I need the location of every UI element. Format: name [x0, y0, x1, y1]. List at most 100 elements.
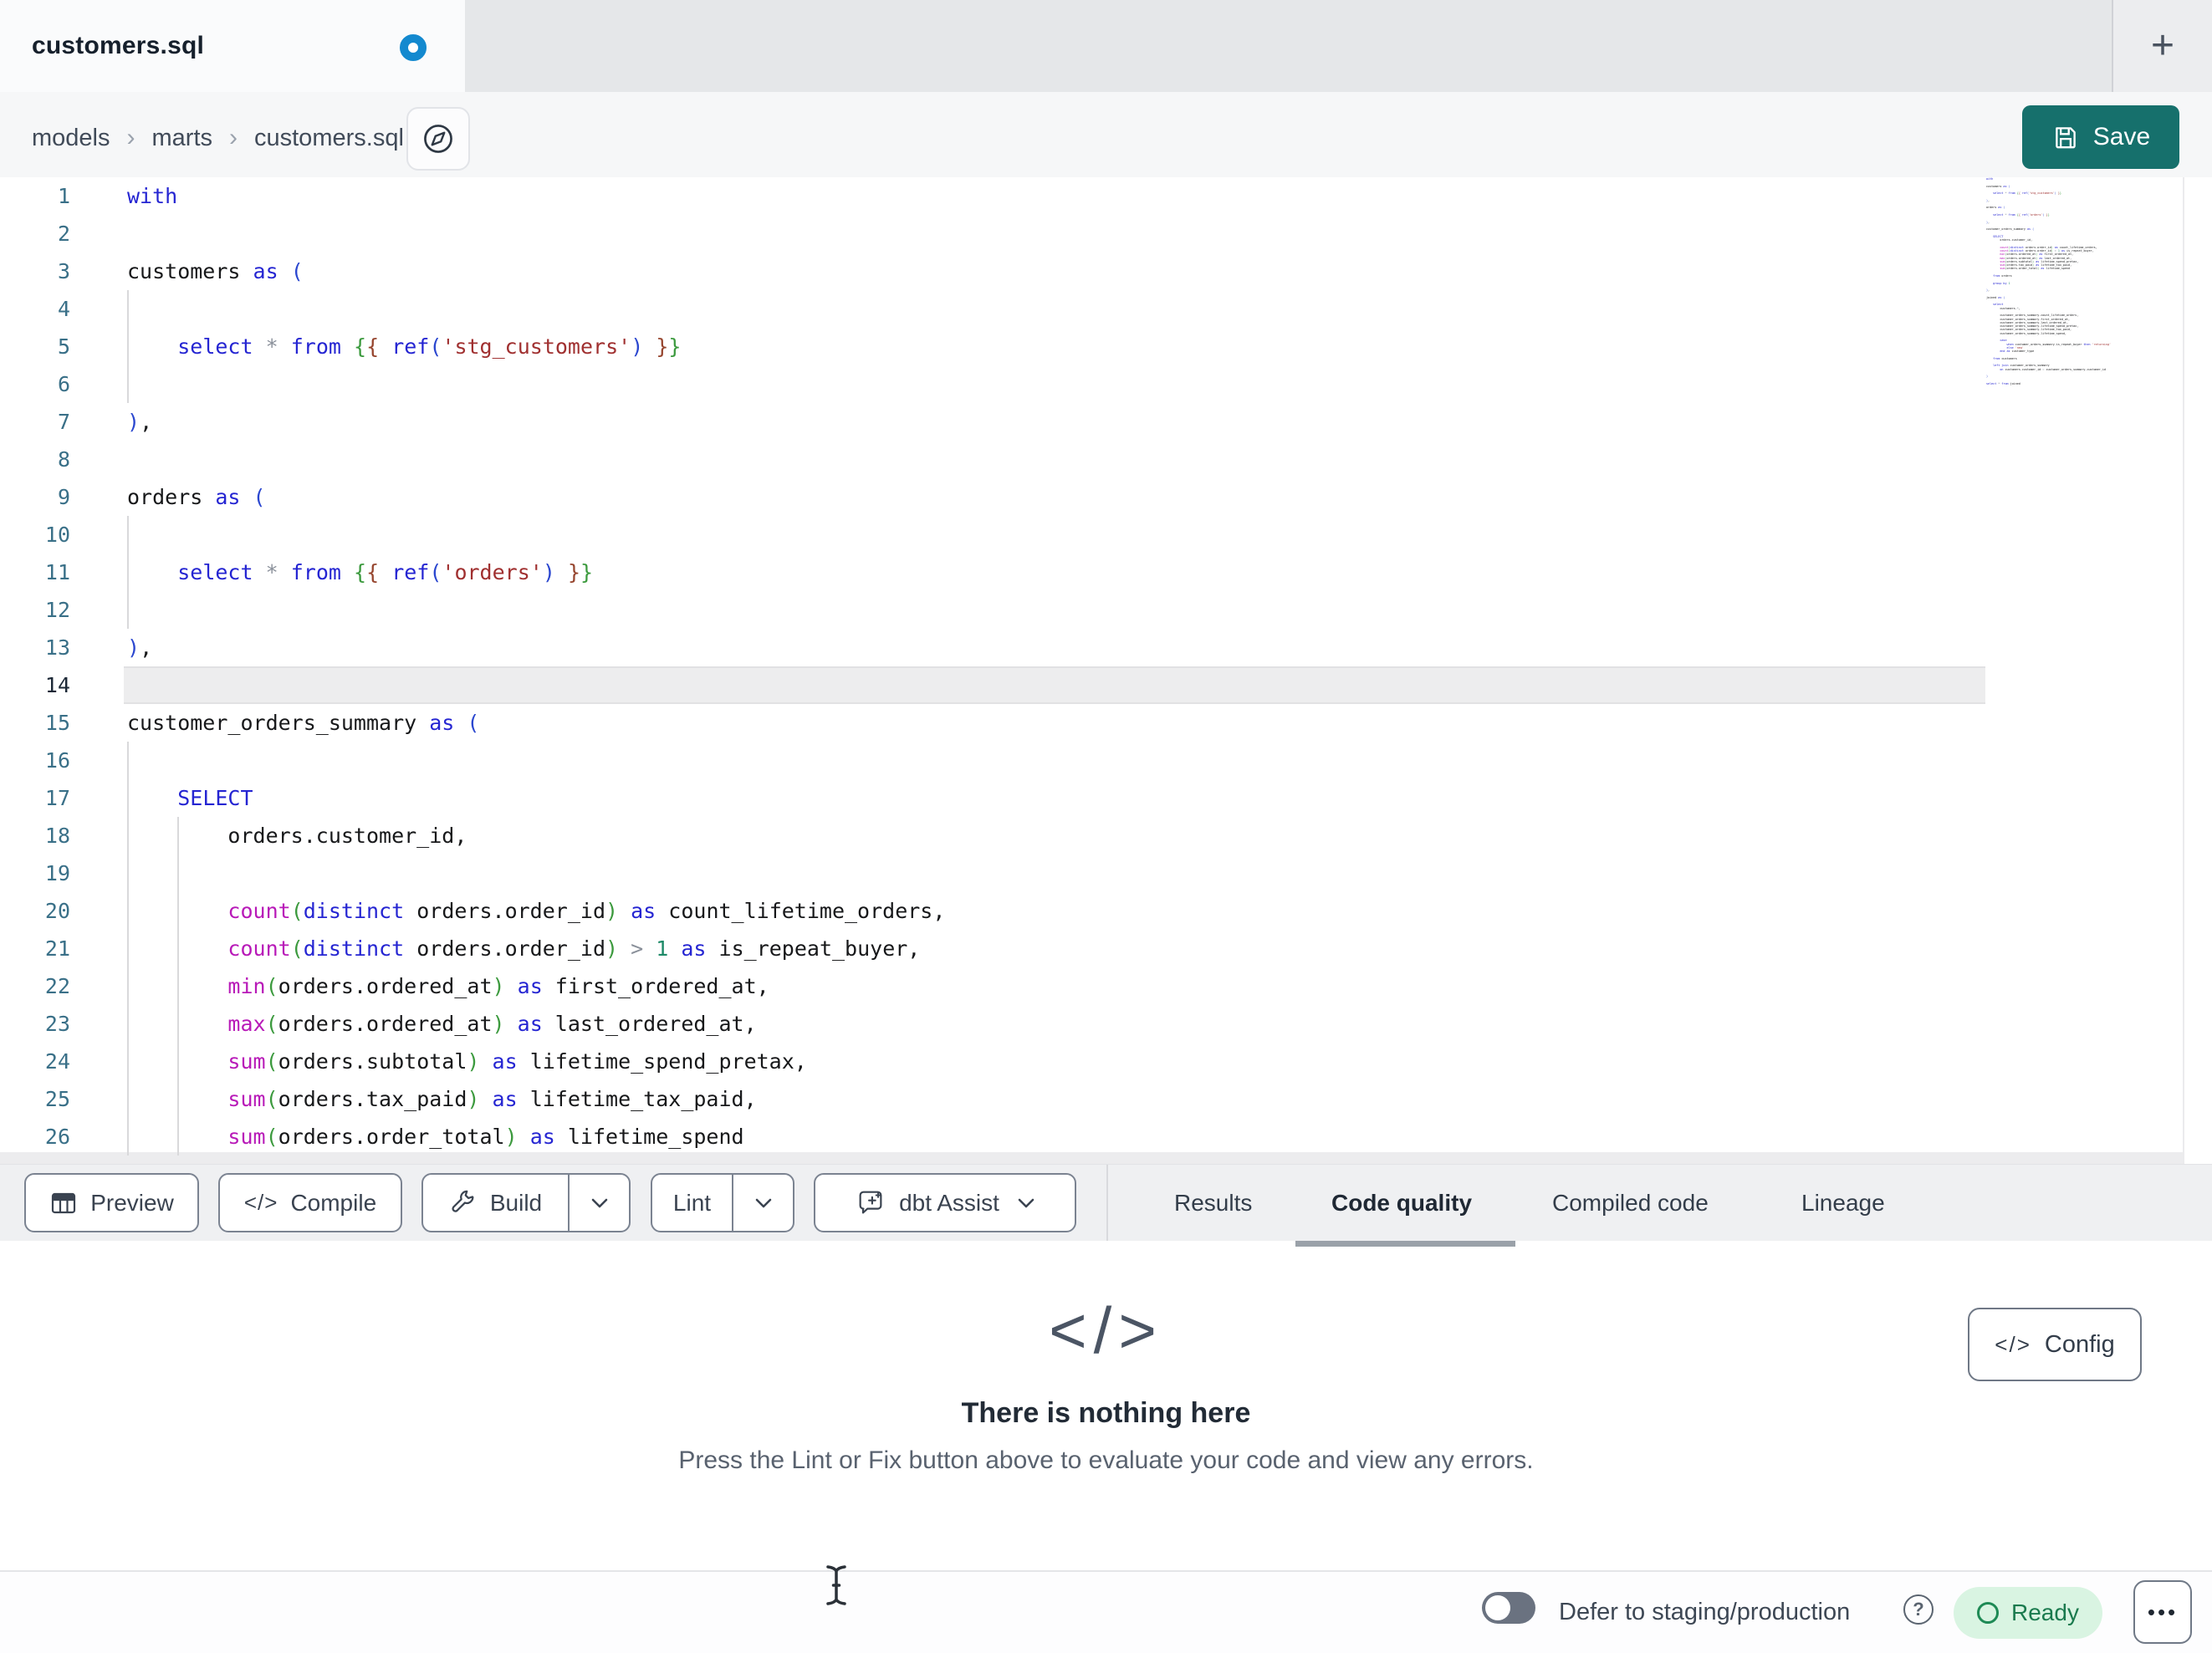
- code-line[interactable]: 7),: [0, 403, 2183, 441]
- code-line[interactable]: 14: [0, 666, 2183, 704]
- line-number: 13: [44, 635, 70, 660]
- defer-toggle[interactable]: [1482, 1592, 1535, 1624]
- unsaved-changes-dot-icon: [400, 34, 427, 61]
- defer-label: Defer to staging/production: [1559, 1598, 1851, 1625]
- active-line-highlight: [124, 666, 1985, 704]
- breadcrumb-chevron-icon: ›: [229, 124, 238, 151]
- code-line[interactable]: 20 count(distinct orders.order_id) as co…: [0, 892, 2183, 930]
- code-line[interactable]: 5 select * from {{ ref('stg_customers') …: [0, 328, 2183, 365]
- dbt-assist-button[interactable]: dbt Assist: [814, 1173, 1076, 1232]
- new-tab-zone: +: [2113, 0, 2212, 92]
- code-line[interactable]: 3 customers as (: [0, 253, 2183, 290]
- help-icon[interactable]: ?: [1903, 1594, 1934, 1625]
- file-tab-customers-sql[interactable]: customers.sql: [0, 0, 465, 92]
- tab-code-quality[interactable]: Code quality: [1331, 1165, 1472, 1242]
- build-dropdown-caret[interactable]: [570, 1175, 629, 1231]
- save-floppy-icon: [2051, 123, 2080, 151]
- code-line[interactable]: 17 SELECT: [0, 779, 2183, 817]
- code-brackets-icon: </>: [1995, 1331, 2031, 1357]
- preview-button[interactable]: Preview: [24, 1173, 199, 1232]
- code-line[interactable]: 9 orders as (: [0, 478, 2183, 516]
- code-line[interactable]: 25 sum(orders.tax_paid) as lifetime_tax_…: [0, 1080, 2183, 1118]
- code-line[interactable]: 12: [0, 591, 2183, 629]
- code-line[interactable]: 21 count(distinct orders.order_id) > 1 a…: [0, 930, 2183, 967]
- line-number: 9: [57, 485, 70, 509]
- text-cursor-pointer: [824, 1564, 849, 1607]
- lint-dropdown-caret[interactable]: [733, 1175, 793, 1231]
- breadcrumb-file: customers.sql: [254, 124, 404, 151]
- breadcrumb: models › marts › customers.sql: [32, 92, 404, 184]
- compass-icon: [421, 122, 455, 156]
- code-brackets-icon: </>: [1049, 1293, 1163, 1367]
- line-number: 16: [44, 748, 70, 773]
- code-line[interactable]: 13),: [0, 629, 2183, 666]
- chevron-down-icon: [590, 1197, 609, 1209]
- minimap[interactable]: with customers as ( select * from {{ ref(…: [1986, 177, 2183, 385]
- build-split-button: Build: [421, 1173, 631, 1232]
- config-button-label: Config: [2044, 1330, 2115, 1358]
- line-number: 18: [44, 824, 70, 848]
- tab-lineage[interactable]: Lineage: [1801, 1165, 1885, 1242]
- line-number: 24: [44, 1049, 70, 1074]
- editor-scrollbar-track[interactable]: [2183, 177, 2184, 1164]
- compile-button[interactable]: </> Compile: [218, 1173, 402, 1232]
- code-line[interactable]: 18 orders.customer_id,: [0, 817, 2183, 855]
- code-line[interactable]: 26 sum(orders.order_total) as lifetime_s…: [0, 1118, 2183, 1156]
- lint-button[interactable]: Lint: [652, 1175, 732, 1231]
- line-number: 5: [57, 334, 70, 359]
- table-grid-icon: [49, 1189, 78, 1217]
- status-badge[interactable]: Ready: [1954, 1587, 2102, 1639]
- line-number: 2: [57, 222, 70, 246]
- code-line[interactable]: 23 max(orders.ordered_at) as last_ordere…: [0, 1005, 2183, 1043]
- code-line[interactable]: 11 select * from {{ ref('orders') }}: [0, 554, 2183, 591]
- line-number: 25: [44, 1087, 70, 1111]
- code-line[interactable]: 24 sum(orders.subtotal) as lifetime_spen…: [0, 1043, 2183, 1080]
- editor-horizontal-scrollbar[interactable]: [0, 1152, 2183, 1164]
- active-tab-indicator: [1295, 1241, 1515, 1247]
- breadcrumb-marts[interactable]: marts: [152, 125, 213, 152]
- dbt-ide-window: customers.sql + models › marts › custome…: [0, 0, 2212, 1653]
- line-number: 15: [44, 711, 70, 735]
- code-line[interactable]: 22 min(orders.ordered_at) as first_order…: [0, 967, 2183, 1005]
- code-line[interactable]: 1 with: [0, 177, 2183, 215]
- build-button[interactable]: Build: [423, 1175, 568, 1231]
- save-button[interactable]: Save: [2022, 105, 2179, 169]
- lineage-compass-button[interactable]: [406, 107, 470, 171]
- code-line[interactable]: 16: [0, 742, 2183, 779]
- code-quality-panel: </> There is nothing here Press the Lint…: [0, 1241, 2212, 1570]
- line-number: 10: [44, 523, 70, 547]
- indent-guide: [127, 742, 129, 779]
- code-line[interactable]: 4: [0, 290, 2183, 328]
- lint-button-label: Lint: [672, 1189, 712, 1216]
- line-number: 6: [57, 372, 70, 396]
- save-button-label: Save: [2092, 123, 2151, 151]
- code-editor[interactable]: 1 with 2 3 customers as (4 5 select * from {{…: [0, 177, 2212, 1164]
- breadcrumb-models[interactable]: models: [32, 125, 110, 152]
- line-number: 12: [44, 598, 70, 622]
- tab-results[interactable]: Results: [1174, 1165, 1252, 1242]
- code-brackets-icon: </>: [243, 1190, 278, 1215]
- breadcrumb-chevron-icon: ›: [126, 124, 135, 151]
- indent-guide: [127, 855, 129, 892]
- code-line[interactable]: 2: [0, 215, 2183, 253]
- more-options-button[interactable]: •••: [2133, 1580, 2192, 1644]
- code-line[interactable]: 8: [0, 441, 2183, 478]
- code-line[interactable]: 10: [0, 516, 2183, 554]
- preview-button-label: Preview: [90, 1189, 174, 1216]
- code-line[interactable]: 19: [0, 855, 2183, 892]
- indent-guide: [177, 855, 179, 892]
- compile-button-label: Compile: [290, 1189, 377, 1216]
- assist-chat-sparkle-icon: [855, 1187, 886, 1219]
- line-number: 22: [44, 974, 70, 998]
- tab-compiled-code[interactable]: Compiled code: [1552, 1165, 1709, 1242]
- new-tab-plus-icon[interactable]: +: [2151, 26, 2174, 66]
- code-line[interactable]: 15 customer_orders_summary as (: [0, 704, 2183, 742]
- config-button[interactable]: </> Config: [1968, 1308, 2142, 1381]
- toggle-knob: [1485, 1595, 1510, 1620]
- dbt-assist-label: dbt Assist: [899, 1189, 999, 1216]
- line-number: 20: [44, 899, 70, 923]
- code-line[interactable]: 6: [0, 365, 2183, 403]
- line-number: 19: [44, 861, 70, 885]
- build-button-label: Build: [489, 1189, 543, 1216]
- line-number: 14: [44, 673, 70, 697]
